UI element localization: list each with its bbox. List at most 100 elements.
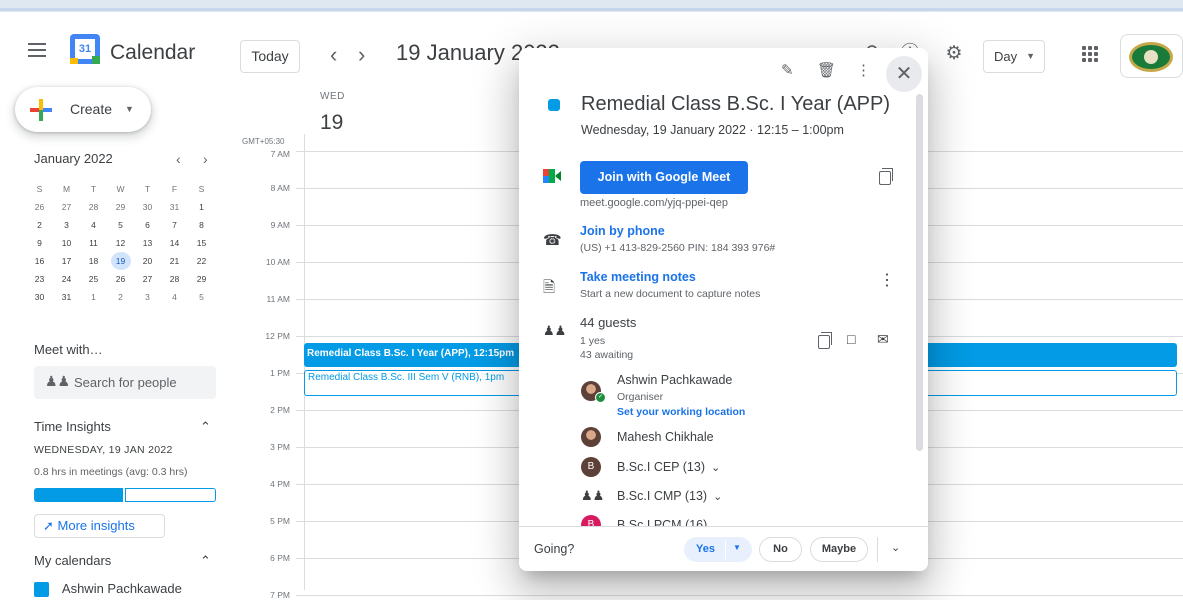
mini-calendar-day[interactable]: 14 (161, 234, 188, 252)
calendar-item-label: Ashwin Pachkawade (61, 581, 182, 596)
mini-calendar-day[interactable]: 29 (107, 198, 134, 216)
edit-icon[interactable]: ✎ (781, 61, 794, 79)
rsvp-no-button[interactable]: No (759, 537, 802, 562)
mini-calendar-day[interactable]: 19 (110, 252, 131, 270)
join-by-phone-link[interactable]: Join by phone (580, 224, 665, 238)
mini-calendar-week: 9 10 11 12 13 14 15 (26, 234, 216, 252)
mini-calendar-day[interactable]: 18 (80, 252, 107, 270)
mini-calendar-day[interactable]: 30 (134, 198, 161, 216)
email-icon[interactable]: ✉ (877, 331, 889, 348)
mini-calendar-day[interactable]: 17 (53, 252, 80, 270)
mini-calendar-day[interactable]: 2 (107, 288, 134, 306)
meet-link[interactable]: meet.google.com/yjq-ppei-qep (580, 197, 728, 209)
mini-calendar-day[interactable]: 7 (161, 216, 188, 234)
time-insights-heading[interactable]: Time Insights (34, 419, 111, 434)
hour-row[interactable]: 7 PM (240, 590, 1183, 600)
mini-calendar-day[interactable]: 27 (53, 198, 80, 216)
mini-calendar-day[interactable]: 25 (80, 270, 107, 288)
mini-calendar-day[interactable]: 3 (53, 216, 80, 234)
mini-calendar-day[interactable]: 10 (53, 234, 80, 252)
chevron-up-icon[interactable]: ⌃ (200, 419, 211, 435)
rsvp-yes-label: Yes (696, 543, 715, 555)
mini-calendar-day[interactable]: 5 (188, 288, 215, 306)
take-notes-link[interactable]: Take meeting notes (580, 270, 696, 284)
hour-label: 7 AM (270, 149, 290, 159)
mini-calendar-day[interactable]: 2 (26, 216, 53, 234)
mini-calendar-day[interactable]: 1 (80, 288, 107, 306)
mini-calendar-day[interactable]: 12 (107, 234, 134, 252)
close-icon[interactable]: ✕ (886, 56, 922, 92)
caret-down-icon: ▼ (1026, 51, 1035, 61)
mini-calendar-day[interactable]: 26 (26, 198, 53, 216)
mini-calendar-day[interactable]: 24 (53, 270, 80, 288)
mini-calendar-day[interactable]: 13 (134, 234, 161, 252)
mini-calendar-day[interactable]: 4 (161, 288, 188, 306)
app-name[interactable]: Calendar (110, 41, 195, 65)
rsvp-maybe-button[interactable]: Maybe (810, 537, 868, 562)
menu-icon[interactable] (28, 43, 46, 57)
mini-calendar-dow: S (36, 184, 43, 194)
mini-calendar-day[interactable]: 15 (188, 234, 215, 252)
mini-next-icon[interactable]: › (203, 151, 208, 167)
mini-calendar-day[interactable]: 23 (26, 270, 53, 288)
mini-calendar-day[interactable]: 1 (188, 198, 215, 216)
mini-calendar-month: January 2022 (34, 151, 113, 166)
mini-calendar-day[interactable]: 6 (134, 216, 161, 234)
mini-calendar-day[interactable]: 28 (80, 198, 107, 216)
mini-calendar-day[interactable]: 11 (80, 234, 107, 252)
mini-calendar-day[interactable]: 5 (107, 216, 134, 234)
mini-calendar-day[interactable]: 31 (53, 288, 80, 306)
mini-calendar-day[interactable]: 8 (188, 216, 215, 234)
day-number[interactable]: 19 (320, 111, 343, 135)
mini-calendar-day[interactable]: 27 (134, 270, 161, 288)
mini-calendar-day[interactable]: 31 (161, 198, 188, 216)
chat-icon[interactable]: □ (847, 331, 855, 347)
view-switcher-button[interactable]: Day ▼ (983, 40, 1045, 73)
mini-calendar-day[interactable]: 29 (188, 270, 215, 288)
scrollbar[interactable] (916, 94, 923, 451)
my-calendars-heading[interactable]: My calendars (34, 553, 111, 568)
apps-grid-icon[interactable] (1082, 46, 1098, 62)
mini-calendar-day[interactable]: 28 (161, 270, 188, 288)
mini-calendar-day[interactable]: 26 (107, 270, 134, 288)
plus-icon (30, 99, 52, 121)
mini-calendar-day[interactable]: 3 (134, 288, 161, 306)
more-options-icon[interactable]: ⋮ (879, 270, 895, 290)
join-meet-button[interactable]: Join with Google Meet (580, 161, 748, 194)
calendar-logo-icon[interactable]: 31 (70, 34, 100, 64)
working-location-link[interactable]: Set your working location (617, 406, 745, 418)
mini-calendar-day[interactable]: 9 (26, 234, 53, 252)
calendar-item[interactable]: Ashwin Pachkawade (34, 581, 182, 598)
settings-icon[interactable]: ⚙ (942, 42, 966, 66)
avatar: ✓ (581, 381, 606, 403)
account-avatar[interactable] (1120, 34, 1183, 78)
chevron-up-icon[interactable]: ⌃ (200, 553, 211, 569)
mini-calendar-day[interactable]: 22 (188, 252, 215, 270)
copy-guests-icon[interactable] (818, 332, 832, 349)
mini-prev-icon[interactable]: ‹ (176, 151, 181, 167)
chevron-down-icon[interactable]: ⌄ (891, 541, 900, 554)
create-button[interactable]: Create ▼ (15, 87, 151, 132)
guest-group[interactable]: B.Sc.I CMP (13) ⌄ (617, 489, 722, 503)
today-button[interactable]: Today (240, 40, 300, 73)
more-insights-button[interactable]: ➚ More insights (34, 514, 165, 538)
hour-label: 7 PM (270, 590, 290, 600)
rsvp-yes-button[interactable]: Yes ▼ (684, 537, 752, 562)
search-people-input[interactable]: ♟♟ Search for people (34, 366, 216, 399)
copy-icon[interactable] (879, 168, 893, 185)
more-options-icon[interactable]: ⋮ (856, 61, 871, 79)
hour-label: 8 AM (270, 183, 290, 193)
prev-day-icon[interactable]: ‹ (330, 44, 337, 66)
hour-label: 2 PM (270, 405, 290, 415)
mini-calendar-day[interactable]: 20 (134, 252, 161, 270)
caret-down-icon[interactable]: ▼ (733, 543, 741, 552)
check-icon: ✓ (595, 392, 606, 403)
mini-calendar-day[interactable]: 4 (80, 216, 107, 234)
mini-calendar-day[interactable]: 16 (26, 252, 53, 270)
guest-group[interactable]: B.Sc.I CEP (13) ⌄ (617, 460, 720, 474)
delete-icon[interactable]: 🗑 (817, 61, 836, 79)
next-day-icon[interactable]: › (358, 44, 365, 66)
guests-count: 44 guests (580, 315, 637, 330)
mini-calendar-day[interactable]: 30 (26, 288, 53, 306)
mini-calendar-day[interactable]: 21 (161, 252, 188, 270)
